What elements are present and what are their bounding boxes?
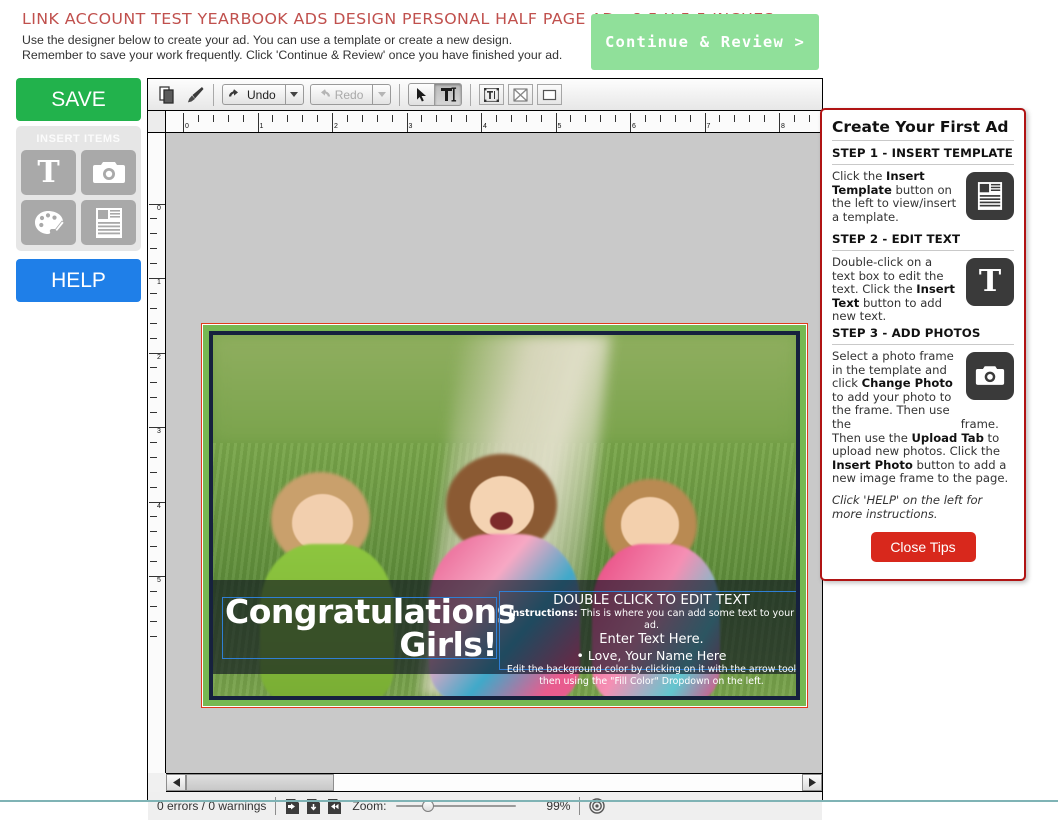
tips-step3-heading: STEP 3 - ADD PHOTOS xyxy=(832,326,981,340)
camera-icon xyxy=(92,161,125,183)
redo-dropdown-button[interactable] xyxy=(372,84,392,105)
tips-step3-part1: Select a photo frame in the template and… xyxy=(832,349,957,432)
continue-review-button[interactable]: Continue & Review > xyxy=(591,14,819,70)
undo-button[interactable]: Undo xyxy=(222,84,285,105)
insert-text-frame-button[interactable] xyxy=(479,84,505,105)
help-button[interactable]: HELP xyxy=(16,259,141,302)
status-bar: 0 errors / 0 warnings Zoom: 99% xyxy=(148,792,822,820)
tips-step2-body: Double-click on a text box to edit the t… xyxy=(832,255,957,324)
horizontal-ruler: 012345678 xyxy=(166,111,822,133)
text-T-icon: T xyxy=(978,264,1002,299)
tips-step1-body: Click the Insert Template button on the … xyxy=(832,169,957,224)
redo-icon xyxy=(320,88,330,96)
zoom-slider-track xyxy=(396,805,517,807)
designer-page: LINK ACCOUNT TEST YEARBOOK ADS DESIGN PE… xyxy=(0,0,1058,820)
text-cursor-icon xyxy=(440,87,456,102)
undo-label: Undo xyxy=(247,87,276,102)
editor-toolbar: Undo Redo xyxy=(148,79,822,111)
image-frame-icon xyxy=(513,88,528,101)
template-icon xyxy=(977,182,1003,210)
text-T-icon: T xyxy=(37,154,60,190)
rectangle-icon xyxy=(543,89,557,100)
tips-step3-bold3: Insert Photo xyxy=(832,457,913,472)
undo-group[interactable]: Undo xyxy=(222,84,304,105)
canvas-area[interactable]: Congratulations Girls! DOUBLE CLICK TO E… xyxy=(166,133,822,773)
tips-step1-heading: STEP 1 - INSERT TEMPLATE xyxy=(832,146,1013,160)
tips-step3-bold1: Change Photo xyxy=(861,376,953,391)
tips-template-icon-badge xyxy=(966,172,1014,220)
insert-image-frame-button[interactable] xyxy=(508,84,534,105)
redo-label: Redo xyxy=(334,87,364,102)
camera-icon xyxy=(975,366,1005,385)
tips-step3-bold2: Upload Tab xyxy=(911,430,984,445)
triangle-left-icon xyxy=(172,778,180,787)
copy-pages-icon[interactable] xyxy=(156,84,178,106)
ad-bleed-line xyxy=(201,323,808,708)
tips-step3-mid: to add your photo to the frame. Then use… xyxy=(832,389,952,431)
insert-template-button[interactable] xyxy=(81,200,136,245)
insert-art-button[interactable] xyxy=(21,200,76,245)
close-tips-button[interactable]: Close Tips xyxy=(870,532,976,563)
paintbrush-icon[interactable] xyxy=(183,84,205,106)
undo-dropdown-button[interactable] xyxy=(284,84,304,105)
chevron-down-icon xyxy=(377,92,386,97)
insert-shape-frame-button[interactable] xyxy=(537,84,563,105)
palette-icon xyxy=(34,210,65,234)
redo-button[interactable]: Redo xyxy=(309,84,373,105)
designer-shell: Undo Redo 0 1 2 3 4 5 6 7 8 0 1 2 3 4 5 … xyxy=(147,78,823,820)
insert-items-title: INSERT ITEMS xyxy=(36,133,121,145)
text-tool-button[interactable] xyxy=(435,83,463,106)
scroll-track[interactable] xyxy=(334,774,802,791)
insert-items-panel: INSERT ITEMS T xyxy=(16,126,141,251)
ad-document[interactable]: Congratulations Girls! DOUBLE CLICK TO E… xyxy=(201,323,808,708)
tips-panel: Create Your First Ad STEP 1 - INSERT TEM… xyxy=(820,108,1026,581)
tips-note: Click 'HELP' on the left for more instru… xyxy=(832,492,983,521)
arrow-tool-button[interactable] xyxy=(408,83,436,106)
tips-step1-pre: Click the xyxy=(832,169,887,183)
tips-text-icon-badge: T xyxy=(966,258,1014,306)
chevron-down-icon xyxy=(290,92,299,97)
vertical-ruler: 012345 xyxy=(148,133,166,773)
insert-photo-button[interactable] xyxy=(81,150,136,195)
tips-title: Create Your First Ad xyxy=(832,118,1009,136)
text-frame-icon xyxy=(484,87,500,102)
scroll-left-button[interactable] xyxy=(166,774,186,791)
save-button[interactable]: SAVE xyxy=(16,78,141,121)
scroll-thumb[interactable] xyxy=(186,774,334,791)
triangle-right-icon xyxy=(808,778,816,787)
scroll-right-button[interactable] xyxy=(802,774,822,791)
insert-text-button[interactable]: T xyxy=(21,150,76,195)
ruler-corner xyxy=(148,111,166,133)
template-icon xyxy=(95,207,122,238)
tips-camera-icon-badge xyxy=(966,352,1014,400)
redo-group[interactable]: Redo xyxy=(309,84,392,105)
undo-icon xyxy=(229,88,238,96)
canvas-horizontal-scrollbar[interactable] xyxy=(166,773,822,792)
cursor-arrow-icon xyxy=(417,87,427,101)
tips-step2-heading: STEP 2 - EDIT TEXT xyxy=(832,232,961,246)
